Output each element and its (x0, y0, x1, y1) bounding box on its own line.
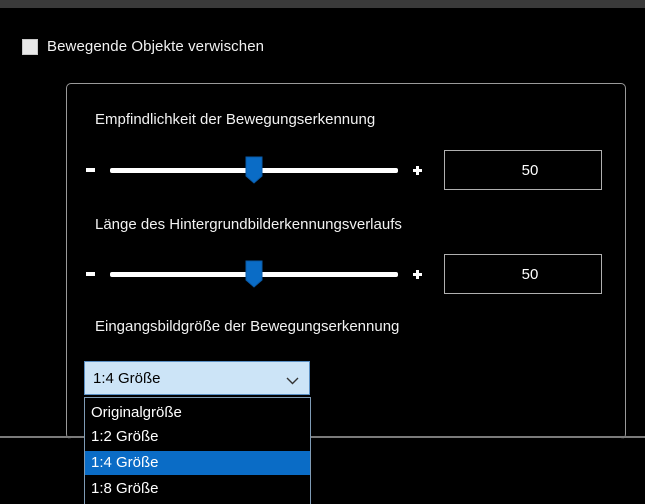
blur-moving-objects-label: Bewegende Objekte verwischen (47, 38, 265, 55)
motion-settings-panel: Bewegende Objekte verwischen Empfindlich… (0, 0, 645, 504)
input-size-dropdown[interactable]: 1:4 Größe (84, 361, 310, 395)
blur-moving-objects-checkbox[interactable]: Bewegende Objekte verwischen (22, 38, 264, 55)
sensitivity-slider-row: 50 (84, 150, 604, 194)
sensitivity-value-input[interactable]: 50 (444, 150, 602, 190)
slider-thumb-icon (245, 260, 263, 288)
plus-icon (413, 166, 422, 175)
history-value-input[interactable]: 50 (444, 254, 602, 294)
history-slider-row: 50 (84, 254, 604, 298)
input-size-label: Eingangsbildgröße der Bewegungserkennung (95, 318, 400, 335)
plus-icon (413, 270, 422, 279)
option-1-8-size[interactable]: 1:8 Größe (85, 477, 310, 501)
option-original-size[interactable]: Originalgröße (85, 401, 310, 425)
input-size-options-list: Originalgröße 1:2 Größe 1:4 Größe 1:8 Gr… (84, 397, 311, 504)
sensitivity-label: Empfindlichkeit der Bewegungserkennung (95, 111, 376, 128)
input-size-selected-value: 1:4 Größe (93, 370, 161, 387)
sensitivity-slider-thumb[interactable] (245, 156, 263, 184)
slider-thumb-icon (245, 156, 263, 184)
option-1-4-size[interactable]: 1:4 Größe (85, 451, 310, 475)
top-bar (0, 0, 645, 8)
option-1-2-size[interactable]: 1:2 Größe (85, 425, 310, 449)
minus-icon (86, 168, 95, 172)
checkbox-box[interactable] (22, 38, 38, 55)
chevron-down-icon (286, 372, 299, 389)
minus-icon (86, 272, 95, 276)
history-length-label: Länge des Hintergrundbilderkennungsverla… (95, 216, 402, 233)
history-slider-thumb[interactable] (245, 260, 263, 288)
